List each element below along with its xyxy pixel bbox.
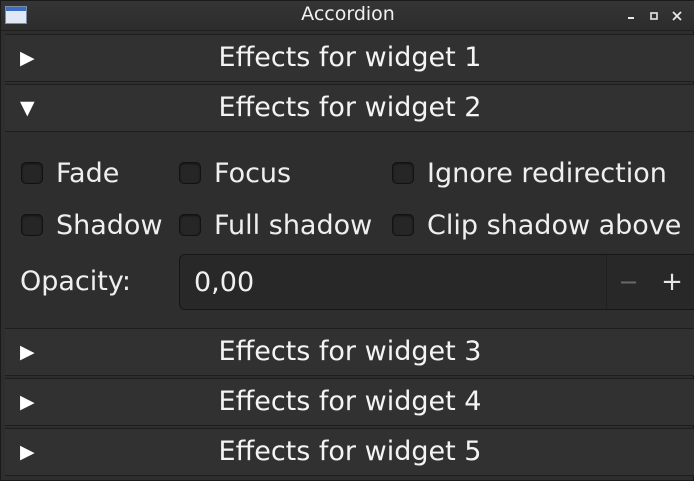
opacity-value-input[interactable]: 0,00	[194, 267, 254, 298]
clip-shadow-above-checkbox[interactable]: Clip shadow above	[392, 208, 681, 242]
ignore-redirection-checkbox[interactable]: Ignore redirection	[392, 156, 667, 190]
full-shadow-checkbox[interactable]: Full shadow	[179, 208, 372, 242]
minimize-icon	[628, 17, 634, 19]
close-icon	[672, 11, 682, 21]
checkbox-box[interactable]	[21, 162, 43, 184]
opacity-spinbox[interactable]: 0,00 − +	[179, 254, 694, 310]
section-title: Effects for widget 3	[218, 336, 482, 367]
shadow-checkbox[interactable]: Shadow	[21, 208, 163, 242]
decrement-button[interactable]: −	[606, 255, 650, 309]
section-title: Effects for widget 1	[218, 42, 482, 73]
checkbox-label: Clip shadow above	[427, 209, 682, 241]
maximize-button[interactable]	[646, 8, 662, 24]
section-header-widget-2[interactable]: ▼ Effects for widget 2	[5, 84, 694, 132]
section-title: Effects for widget 4	[218, 386, 482, 417]
section-header-widget-1[interactable]: ▶ Effects for widget 1	[5, 34, 694, 82]
fade-checkbox[interactable]: Fade	[21, 156, 119, 190]
checkbox-box[interactable]	[21, 214, 43, 236]
section-title: Effects for widget 2	[218, 92, 482, 123]
maximize-icon	[650, 12, 658, 20]
close-button[interactable]	[669, 8, 685, 24]
section-header-widget-5[interactable]: ▶ Effects for widget 5	[5, 428, 694, 476]
app-window: Accordion ▶ Effects for widget 1 ▼ Effec…	[0, 0, 694, 481]
section-header-widget-3[interactable]: ▶ Effects for widget 3	[5, 328, 694, 376]
section-title: Effects for widget 5	[218, 436, 482, 467]
window-title: Accordion	[301, 3, 395, 25]
checkbox-label: Shadow	[56, 209, 163, 241]
checkbox-box[interactable]	[392, 162, 414, 184]
minimize-button[interactable]	[623, 8, 639, 24]
focus-checkbox[interactable]: Focus	[179, 156, 291, 190]
checkbox-label: Fade	[56, 157, 120, 189]
title-bar[interactable]: Accordion	[1, 1, 694, 31]
checkbox-label: Full shadow	[214, 209, 373, 241]
checkbox-box[interactable]	[392, 214, 414, 236]
opacity-label: Opacity:	[20, 266, 131, 297]
section-content-widget-2: Fade Focus Ignore redirection Shadow Ful…	[5, 132, 694, 329]
section-header-widget-4[interactable]: ▶ Effects for widget 4	[5, 378, 694, 426]
checkbox-label: Focus	[214, 157, 292, 189]
increment-button[interactable]: +	[650, 255, 694, 309]
checkbox-box[interactable]	[179, 162, 201, 184]
checkbox-box[interactable]	[179, 214, 201, 236]
checkbox-label: Ignore redirection	[427, 157, 667, 189]
